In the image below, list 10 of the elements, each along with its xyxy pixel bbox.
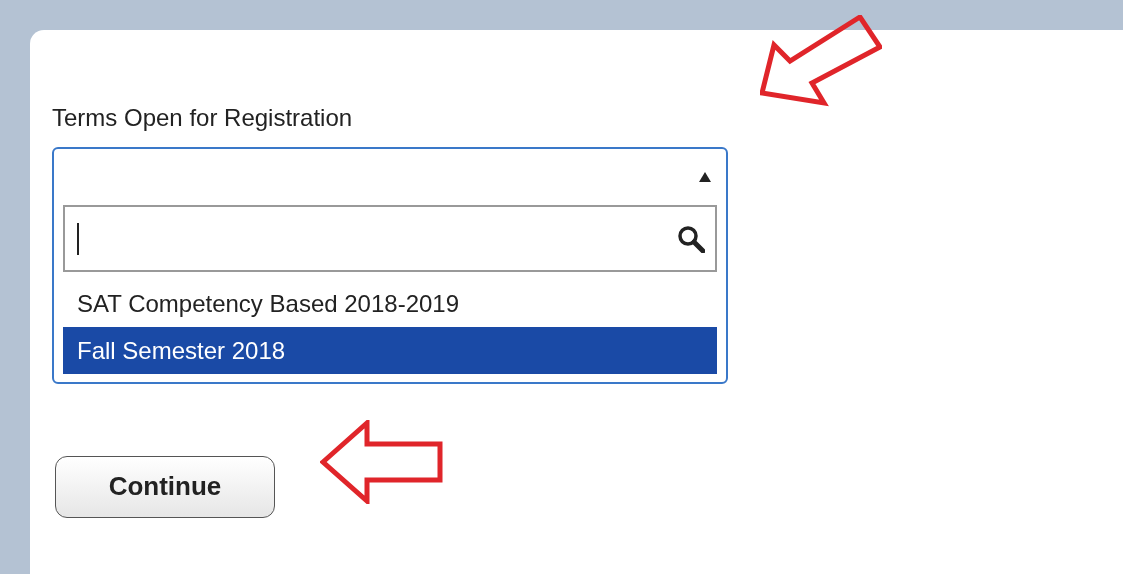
search-field[interactable] bbox=[63, 205, 717, 272]
continue-button[interactable]: Continue bbox=[55, 455, 275, 518]
dropdown-option[interactable]: Fall Semester 2018 bbox=[63, 326, 717, 374]
arrow-icon bbox=[760, 15, 882, 107]
dropdown-option[interactable]: SAT Competency Based 2018-2019 bbox=[63, 280, 717, 327]
field-label: Terms Open for Registration bbox=[52, 106, 353, 130]
caret-icon[interactable] bbox=[699, 172, 711, 182]
search-icon bbox=[677, 224, 705, 253]
dropdown[interactable]: SAT Competency Based 2018-2019 Fall Semester 2018 bbox=[52, 147, 728, 384]
arrow-icon bbox=[320, 420, 444, 504]
